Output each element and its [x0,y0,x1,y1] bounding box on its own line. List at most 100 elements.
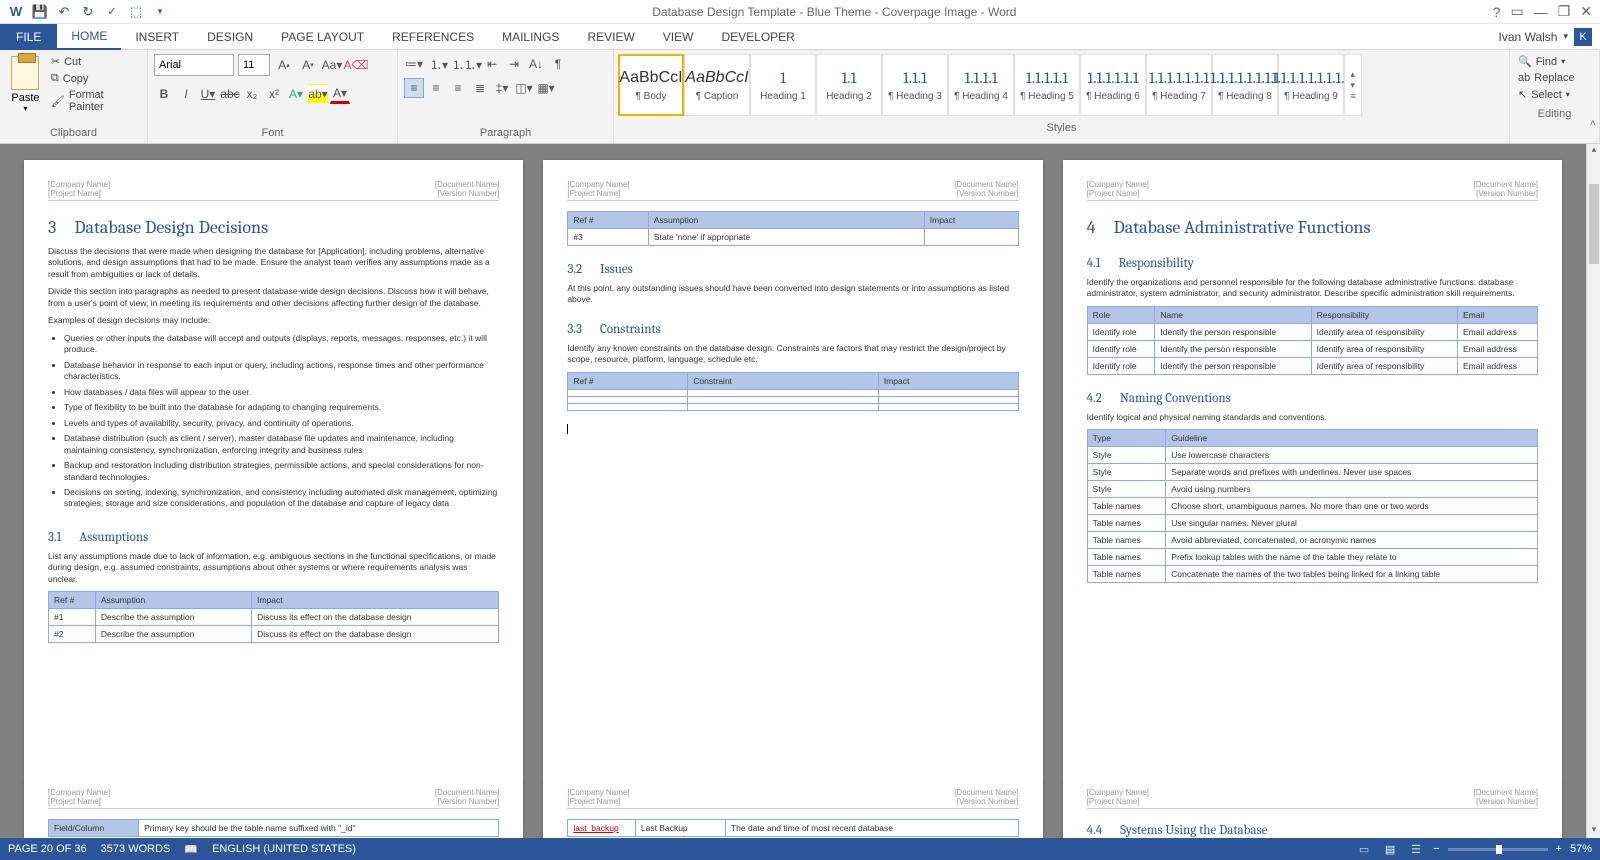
word-icon[interactable]: W [8,4,24,20]
proofing-icon[interactable]: 📖 [184,843,198,856]
font-color-icon[interactable]: A▾ [330,84,350,104]
font-name-input[interactable] [154,54,234,76]
italic-button[interactable]: I [176,84,196,104]
help-icon[interactable]: ? [1493,4,1501,20]
paste-dropdown-icon[interactable]: ▾ [23,104,27,113]
find-button[interactable]: 🔍Find▾ [1516,54,1593,69]
paste-button[interactable]: Paste ▾ [6,54,45,113]
redo-icon[interactable]: ↻ [80,4,96,20]
minimize-icon[interactable]: — [1534,4,1548,20]
read-mode-icon[interactable]: ▭ [1355,842,1373,856]
scroll-up-icon[interactable]: ▴ [1587,144,1600,158]
vertical-scrollbar[interactable]: ▴ ▾ [1586,144,1600,838]
line-spacing-icon[interactable]: ‡▾ [492,78,512,98]
align-center-icon[interactable]: ≡ [426,78,446,98]
style-tile---caption[interactable]: AaBbCcI¶ Caption [684,54,750,116]
zoom-out-icon[interactable]: − [1433,843,1439,855]
page-20[interactable]: [Company Name][Project Name] [Document N… [543,160,1042,822]
align-left-icon[interactable]: ≡ [404,78,424,98]
highlight-icon[interactable]: ab▾ [308,84,328,104]
ribbon-display-icon[interactable]: ▭ [1510,3,1523,20]
page-22-peek[interactable]: [Company Name][Project Name] [Document N… [24,776,523,838]
underline-button[interactable]: U▾ [198,84,218,104]
show-hide-icon[interactable]: ¶ [548,54,568,74]
spell-icon[interactable]: ✓ [104,4,120,20]
increase-indent-icon[interactable]: ⇥ [504,54,524,74]
restore-icon[interactable]: ❐ [1558,3,1571,20]
account-dropdown-icon[interactable]: ▾ [1563,31,1568,42]
bullets-icon[interactable]: ≔▾ [404,54,424,74]
style-tile---heading-5[interactable]: 1.1.1.1.1¶ Heading 5 [1014,54,1080,116]
tab-page-layout[interactable]: PAGE LAYOUT [267,24,378,50]
zoom-in-icon[interactable]: + [1556,843,1562,855]
zoom-level[interactable]: 57% [1570,843,1592,855]
document-area[interactable]: [Company Name][Project Name] [Document N… [0,144,1586,838]
save-icon[interactable]: 💾 [32,4,48,20]
language-indicator[interactable]: ENGLISH (UNITED STATES) [212,843,356,855]
shading-icon[interactable]: ◫▾ [514,78,534,98]
numbering-icon[interactable]: ⒈▾ [426,54,452,74]
multilevel-icon[interactable]: ⒈⒈▾ [454,54,480,74]
style-tile---heading-4[interactable]: 1.1.1.1¶ Heading 4 [948,54,1014,116]
zoom-knob[interactable] [1496,845,1502,854]
tab-developer[interactable]: DEVELOPER [707,24,808,50]
format-painter-button[interactable]: 🖌Format Painter [49,88,141,114]
account-area[interactable]: Ivan Walsh ▾ K [1499,28,1600,46]
style-tile-heading-1[interactable]: 1Heading 1 [750,54,816,116]
align-right-icon[interactable]: ≡ [448,78,468,98]
styles-more-icon[interactable]: ▴▾≡ [1344,54,1362,116]
scroll-thumb[interactable] [1589,184,1599,264]
tab-file[interactable]: FILE [0,24,57,50]
print-layout-icon[interactable]: ▤ [1381,842,1399,856]
word-count[interactable]: 3573 WORDS [101,843,171,855]
style-tile---heading-9[interactable]: 1.1.1.1.1.1.1.1.1¶ Heading 9 [1278,54,1344,116]
style-tile---heading-8[interactable]: 1.1.1.1.1.1.1.1¶ Heading 8 [1212,54,1278,116]
tab-home[interactable]: HOME [57,24,121,50]
page-21[interactable]: [Company Name][Project Name] [Document N… [1063,160,1562,822]
style-tile---heading-6[interactable]: 1.1.1.1.1.1¶ Heading 6 [1080,54,1146,116]
style-tile---heading-3[interactable]: 1.1.1¶ Heading 3 [882,54,948,116]
shrink-font-icon[interactable]: A▾ [298,55,318,75]
web-layout-icon[interactable]: ☰ [1407,842,1425,856]
qat-more-icon[interactable]: ▾ [152,4,168,20]
sort-icon[interactable]: A↓ [526,54,546,74]
copy-button[interactable]: ⧉Copy [49,71,141,86]
decrease-indent-icon[interactable]: ⇤ [482,54,502,74]
text-effects-icon[interactable]: A▾ [286,84,306,104]
strikethrough-button[interactable]: abc [220,84,240,104]
tab-view[interactable]: VIEW [649,24,708,50]
tab-references[interactable]: REFERENCES [378,24,488,50]
grow-font-icon[interactable]: A▴ [274,55,294,75]
superscript-button[interactable]: x² [264,84,284,104]
change-case-icon[interactable]: Aa▾ [322,55,342,75]
bold-button[interactable]: B [154,84,174,104]
style-tile---body[interactable]: AaBbCcI¶ Body [618,54,684,116]
justify-icon[interactable]: ≣ [470,78,490,98]
page-19[interactable]: [Company Name][Project Name] [Document N… [24,160,523,822]
zoom-slider[interactable] [1448,848,1548,851]
style-tile-heading-2[interactable]: 1.1Heading 2 [816,54,882,116]
font-size-input[interactable] [238,54,270,76]
page-24-peek[interactable]: [Company Name][Project Name] [Document N… [1063,776,1562,838]
subscript-button[interactable]: x₂ [242,84,262,104]
page-indicator[interactable]: PAGE 20 OF 36 [8,843,87,855]
scroll-down-icon[interactable]: ▾ [1587,824,1600,838]
close-icon[interactable]: ✕ [1580,3,1592,20]
style-tile---heading-7[interactable]: 1.1.1.1.1.1.1¶ Heading 7 [1146,54,1212,116]
tab-insert[interactable]: INSERT [121,24,193,50]
undo-icon[interactable]: ↶ [56,4,72,20]
tab-design[interactable]: DESIGN [193,24,267,50]
select-button[interactable]: ↖Select▾ [1516,87,1593,102]
touch-icon[interactable]: ⬚ [128,4,144,20]
page-23-peek[interactable]: [Company Name][Project Name] [Document N… [543,776,1042,838]
borders-icon[interactable]: ▦▾ [536,78,556,98]
styles-gallery[interactable]: AaBbCcI¶ BodyAaBbCcI¶ Caption1Heading 11… [614,50,1509,120]
table-cell: Describe the assumption [95,609,251,626]
tab-review[interactable]: REVIEW [573,24,648,50]
clear-formatting-icon[interactable]: A⌫ [346,55,366,75]
replace-button[interactable]: abReplace [1516,71,1593,85]
body-text: At this point, any outstanding issues sh… [567,283,1018,306]
tab-mailings[interactable]: MAILINGS [488,24,573,50]
cut-button[interactable]: ✂Cut [49,54,141,69]
collapse-ribbon-icon[interactable]: ˄ [1590,118,1596,130]
